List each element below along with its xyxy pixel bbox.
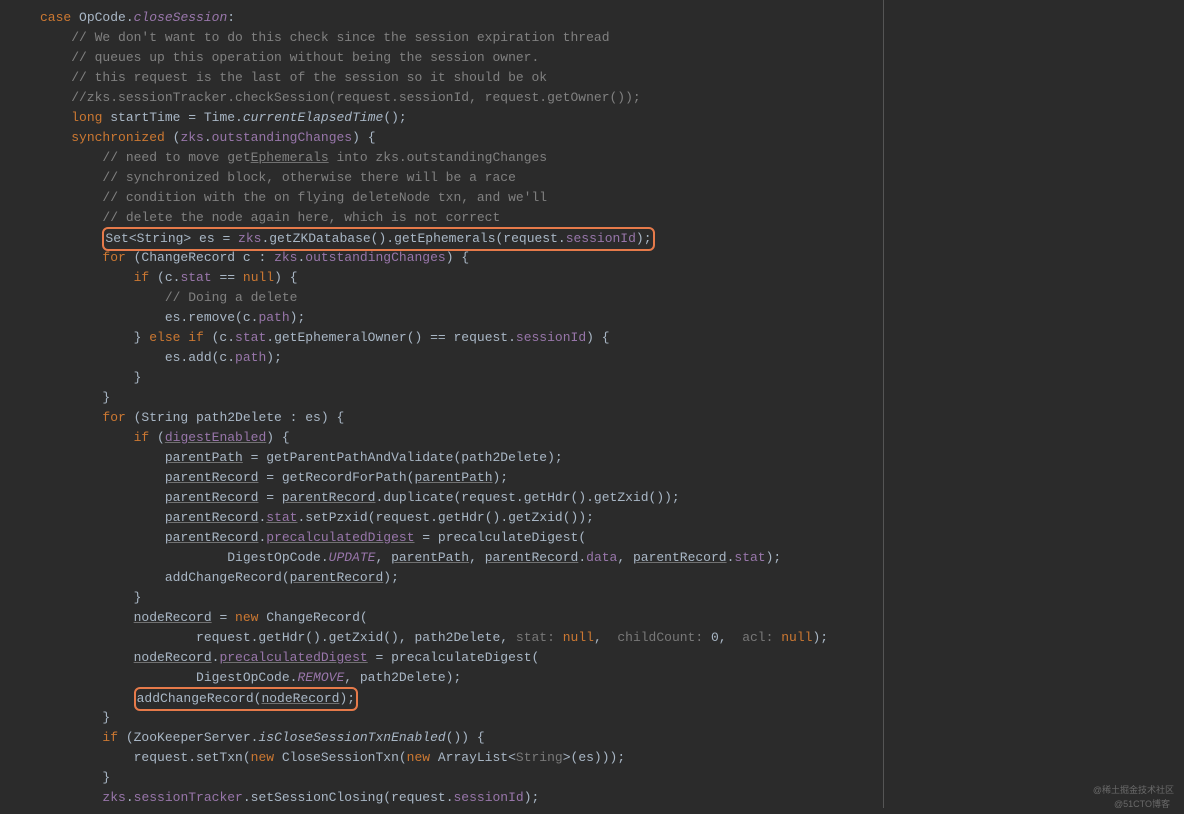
code-line: } else if (c.stat.getEphemeralOwner() ==… [40, 328, 883, 348]
code-line: // Doing a delete [40, 288, 883, 308]
code-line: parentRecord = getRecordForPath(parentPa… [40, 468, 883, 488]
code-line: if (digestEnabled) { [40, 428, 883, 448]
code-line: // condition with the on flying deleteNo… [40, 188, 883, 208]
code-line: // need to move getEphemerals into zks.o… [40, 148, 883, 168]
code-line: request.getHdr().getZxid(), path2Delete,… [40, 628, 883, 648]
code-line: // We don't want to do this check since … [40, 28, 883, 48]
code-line: } [40, 388, 883, 408]
code-line: addChangeRecord(parentRecord); [40, 568, 883, 588]
code-editor[interactable]: case OpCode.closeSession: // We don't wa… [0, 0, 884, 808]
code-line: //zks.sessionTracker.checkSession(reques… [40, 88, 883, 108]
code-line: nodeRecord = new ChangeRecord( [40, 608, 883, 628]
code-line: synchronized (zks.outstandingChanges) { [40, 128, 883, 148]
code-line: zks.sessionTracker.setSessionClosing(req… [40, 788, 883, 808]
code-line: long startTime = Time.currentElapsedTime… [40, 108, 883, 128]
code-line: // delete the node again here, which is … [40, 208, 883, 228]
code-line: request.setTxn(new CloseSessionTxn(new A… [40, 748, 883, 768]
code-line: // queues up this operation without bein… [40, 48, 883, 68]
watermark-51cto: @51CTO博客 [1114, 794, 1170, 814]
code-line: } [40, 588, 883, 608]
code-line: // this request is the last of the sessi… [40, 68, 883, 88]
code-line: parentRecord.precalculatedDigest = preca… [40, 528, 883, 548]
code-line: parentPath = getParentPathAndValidate(pa… [40, 448, 883, 468]
code-line: if (ZooKeeperServer.isCloseSessionTxnEna… [40, 728, 883, 748]
code-line: case OpCode.closeSession: [40, 8, 883, 28]
code-line: es.add(c.path); [40, 348, 883, 368]
code-line: } [40, 368, 883, 388]
code-line: DigestOpCode.UPDATE, parentPath, parentR… [40, 548, 883, 568]
code-line: es.remove(c.path); [40, 308, 883, 328]
code-line: parentRecord.stat.setPzxid(request.getHd… [40, 508, 883, 528]
code-line: } [40, 768, 883, 788]
code-line: addChangeRecord(nodeRecord); [40, 688, 883, 708]
code-line: for (String path2Delete : es) { [40, 408, 883, 428]
highlight-box-2: addChangeRecord(nodeRecord); [134, 687, 358, 711]
code-line: Set<String> es = zks.getZKDatabase().get… [40, 228, 883, 248]
code-line: nodeRecord.precalculatedDigest = precalc… [40, 648, 883, 668]
code-line: DigestOpCode.REMOVE, path2Delete); [40, 668, 883, 688]
code-line: if (c.stat == null) { [40, 268, 883, 288]
code-line: // synchronized block, otherwise there w… [40, 168, 883, 188]
code-line: for (ChangeRecord c : zks.outstandingCha… [40, 248, 883, 268]
right-panel [884, 0, 1184, 808]
code-line: } [40, 708, 883, 728]
code-line: parentRecord = parentRecord.duplicate(re… [40, 488, 883, 508]
